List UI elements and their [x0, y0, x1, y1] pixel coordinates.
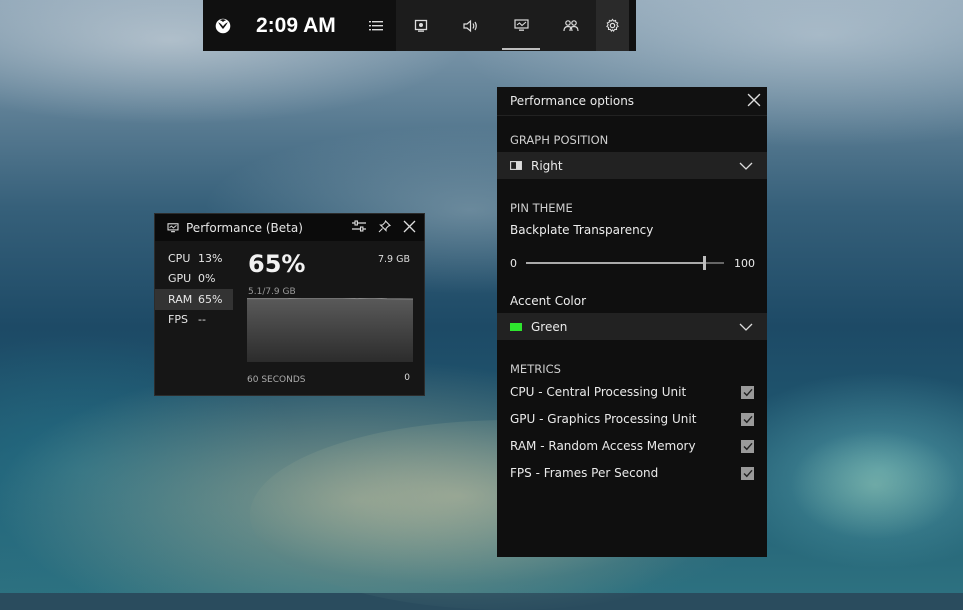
checkmark-icon	[743, 442, 753, 450]
pin-button[interactable]	[378, 219, 392, 236]
audio-widget-button[interactable]	[446, 0, 496, 51]
metric-name: FPS	[168, 313, 188, 327]
audio-icon	[463, 19, 477, 32]
graph-position-heading: GRAPH POSITION	[510, 133, 609, 147]
backplate-transparency-slider[interactable]: 0 100	[510, 253, 755, 273]
gear-icon	[606, 18, 619, 33]
metric-name: GPU	[168, 272, 192, 286]
metric-row-fps[interactable]: FPS --	[155, 310, 233, 331]
slider-min-label: 0	[510, 256, 517, 270]
metric-option-ram[interactable]: RAM - Random Access Memory	[510, 436, 754, 456]
performance-icon	[513, 19, 529, 31]
metrics-list: CPU 13% GPU 0% RAM 65% FPS --	[155, 248, 233, 330]
menu-icon	[369, 20, 383, 30]
accent-color-swatch	[510, 322, 522, 331]
pin-icon	[378, 219, 392, 232]
metric-row-cpu[interactable]: CPU 13%	[155, 248, 233, 269]
xbox-button[interactable]	[203, 0, 243, 51]
metric-value: --	[198, 313, 206, 327]
graph-time-label: 60 SECONDS	[247, 375, 306, 385]
capture-widget-button[interactable]	[396, 0, 446, 51]
checkmark-icon	[743, 388, 753, 396]
social-icon	[563, 20, 579, 32]
performance-icon	[167, 222, 179, 232]
sliders-icon	[352, 220, 366, 232]
clock: 2:09 AM	[256, 13, 336, 37]
chevron-down-icon	[739, 323, 753, 331]
close-icon	[747, 93, 761, 106]
metric-value: 0%	[198, 272, 216, 286]
memory-total: 7.9 GB	[377, 254, 410, 265]
usage-graph	[247, 298, 413, 362]
options-close-button[interactable]	[747, 93, 761, 110]
graph-position-value: Right	[531, 158, 563, 173]
usage-graph-area	[247, 298, 413, 362]
close-icon	[403, 220, 416, 232]
checkmark-icon	[743, 415, 753, 423]
accent-color-label: Accent Color	[510, 294, 587, 308]
metric-value: 13%	[198, 251, 223, 265]
performance-widget-title-area: Performance (Beta)	[167, 221, 352, 235]
position-right-icon	[510, 161, 522, 170]
checkmark-icon	[743, 469, 753, 477]
options-button[interactable]	[352, 220, 366, 235]
metric-option-cpu[interactable]: CPU - Central Processing Unit	[510, 382, 754, 402]
memory-used: 5.1/7.9 GB	[248, 287, 296, 297]
performance-widget: Performance (Beta) CPU 13% GPU 0% RAM 65…	[154, 213, 425, 396]
metric-option-gpu[interactable]: GPU - Graphics Processing Unit	[510, 409, 754, 429]
metric-option-fps[interactable]: FPS - Frames Per Second	[510, 463, 754, 483]
settings-button[interactable]	[596, 0, 629, 51]
metric-option-label: FPS - Frames Per Second	[510, 466, 659, 480]
graph-position-dropdown[interactable]: Right	[497, 152, 767, 179]
metrics-heading: METRICS	[510, 362, 561, 376]
pin-theme-heading: PIN THEME	[510, 201, 573, 215]
selected-metric-value: 65%	[248, 250, 306, 278]
slider-max-label: 100	[734, 256, 755, 270]
performance-widget-header[interactable]: Performance (Beta)	[155, 214, 424, 241]
metric-checkbox[interactable]	[741, 466, 754, 480]
performance-options-panel: Performance options GRAPH POSITION Right…	[497, 87, 767, 557]
slider-thumb[interactable]	[703, 256, 707, 270]
accent-color-dropdown[interactable]: Green	[497, 313, 767, 340]
metric-row-gpu[interactable]: GPU 0%	[155, 269, 233, 290]
metric-name: CPU	[168, 251, 191, 265]
options-title: Performance options	[510, 94, 635, 108]
chevron-down-icon	[739, 162, 753, 170]
game-bar: 2:09 AM	[203, 0, 636, 51]
graph-zero-label: 0	[404, 373, 410, 383]
metric-option-label: CPU - Central Processing Unit	[510, 385, 687, 399]
metric-checkbox[interactable]	[741, 412, 754, 426]
xbox-logo-icon	[215, 18, 231, 33]
performance-widget-title: Performance (Beta)	[186, 220, 303, 235]
backplate-transparency-label: Backplate Transparency	[510, 223, 654, 237]
metric-checkbox[interactable]	[741, 385, 754, 399]
background-reef-right	[790, 430, 960, 540]
menu-button[interactable]	[356, 0, 396, 51]
social-widget-button[interactable]	[546, 0, 596, 51]
slider-fill	[526, 262, 705, 264]
metric-value: 65%	[198, 292, 223, 306]
metric-option-label: RAM - Random Access Memory	[510, 439, 696, 453]
close-button[interactable]	[403, 220, 416, 236]
slider-track[interactable]	[526, 256, 724, 270]
metric-checkbox[interactable]	[741, 439, 754, 453]
metric-name: RAM	[168, 292, 193, 306]
options-header: Performance options	[497, 87, 767, 116]
performance-widget-button[interactable]	[496, 0, 546, 51]
accent-color-value: Green	[531, 319, 568, 334]
capture-icon	[414, 19, 428, 32]
metric-option-label: GPU - Graphics Processing Unit	[510, 412, 697, 426]
metric-row-ram[interactable]: RAM 65%	[155, 289, 233, 310]
